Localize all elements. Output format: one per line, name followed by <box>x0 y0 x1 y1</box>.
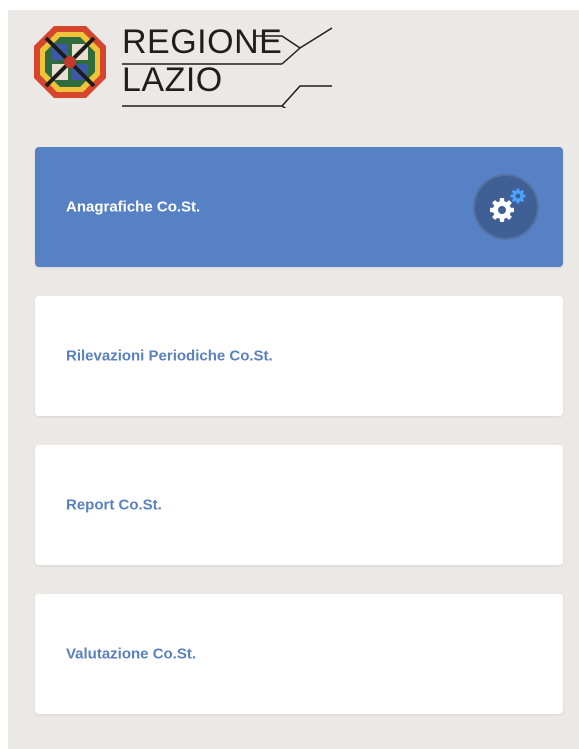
menu-item-label: Valutazione Co.St. <box>66 645 197 663</box>
app-panel: REGIONE LAZIO Anagrafiche Co.St. Rilevaz… <box>8 10 579 749</box>
menu-item-label: Report Co.St. <box>66 496 162 514</box>
gears-icon <box>473 174 539 240</box>
logo-text-line1: REGIONE <box>122 23 283 61</box>
menu-item-label: Rilevazioni Periodiche Co.St. <box>66 347 273 365</box>
menu-item-valutazione[interactable]: Valutazione Co.St. <box>35 594 563 714</box>
menu-item-report[interactable]: Report Co.St. <box>35 445 563 565</box>
menu-item-anagrafiche[interactable]: Anagrafiche Co.St. <box>35 147 563 267</box>
logo-text-line2: LAZIO <box>122 61 223 99</box>
regione-lazio-logo: REGIONE LAZIO <box>32 18 352 108</box>
menu-item-label: Anagrafiche Co.St. <box>66 198 201 216</box>
menu-item-rilevazioni-periodiche[interactable]: Rilevazioni Periodiche Co.St. <box>35 296 563 416</box>
